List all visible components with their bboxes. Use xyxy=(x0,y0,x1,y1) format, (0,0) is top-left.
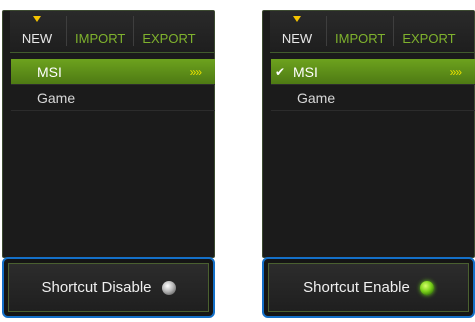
right-panel: NEW IMPORT EXPORT ✔ MSI »» Game Shortcut… xyxy=(262,10,475,320)
dropdown-arrow-icon xyxy=(33,16,41,22)
toolbar: NEW IMPORT EXPORT xyxy=(10,11,214,53)
toolbar-divider xyxy=(326,16,327,46)
profile-list: ✔ MSI »» Game xyxy=(271,59,475,111)
export-button[interactable]: EXPORT xyxy=(396,22,461,46)
list-item-msi[interactable]: MSI »» xyxy=(11,59,215,85)
profile-list: MSI »» Game xyxy=(11,59,215,111)
chevron-right-icon: »» xyxy=(189,64,202,79)
profile-panel-frame: NEW IMPORT EXPORT ✔ MSI »» Game xyxy=(262,10,475,258)
list-item-msi[interactable]: ✔ MSI »» xyxy=(271,59,475,85)
checkmark-icon: ✔ xyxy=(274,64,286,79)
list-item-label: Game xyxy=(297,89,336,106)
chevron-right-icon: »» xyxy=(449,64,462,79)
list-item-label: MSI xyxy=(37,63,62,80)
toolbar-divider xyxy=(393,16,395,46)
status-led-off-icon xyxy=(161,280,176,295)
new-button[interactable]: NEW xyxy=(10,16,64,46)
list-item-label: Game xyxy=(37,89,76,106)
dropdown-arrow-icon xyxy=(293,16,301,22)
shortcut-toggle-button[interactable]: Shortcut Disable xyxy=(8,263,209,312)
list-item-game[interactable]: Game xyxy=(11,85,215,111)
shortcut-label: Shortcut Enable xyxy=(303,279,410,296)
status-led-on-icon xyxy=(419,280,434,295)
import-button[interactable]: IMPORT xyxy=(69,22,131,46)
list-item-game[interactable]: Game xyxy=(271,85,475,111)
left-panel: NEW IMPORT EXPORT MSI »» Game Shortcut D… xyxy=(2,10,215,320)
shortcut-toggle-highlight: Shortcut Enable xyxy=(262,257,475,318)
profile-panel-frame: NEW IMPORT EXPORT MSI »» Game xyxy=(2,10,215,258)
import-button[interactable]: IMPORT xyxy=(329,22,391,46)
list-item-label: MSI xyxy=(293,63,318,80)
toolbar: NEW IMPORT EXPORT xyxy=(270,11,474,53)
shortcut-toggle-highlight: Shortcut Disable xyxy=(2,257,215,318)
toolbar-divider xyxy=(133,16,135,46)
new-label: NEW xyxy=(21,31,53,46)
shortcut-label: Shortcut Disable xyxy=(41,279,152,296)
new-label: NEW xyxy=(281,31,313,46)
new-button[interactable]: NEW xyxy=(270,16,324,46)
export-button[interactable]: EXPORT xyxy=(136,22,201,46)
toolbar-divider xyxy=(66,16,67,46)
shortcut-toggle-button[interactable]: Shortcut Enable xyxy=(268,263,469,312)
